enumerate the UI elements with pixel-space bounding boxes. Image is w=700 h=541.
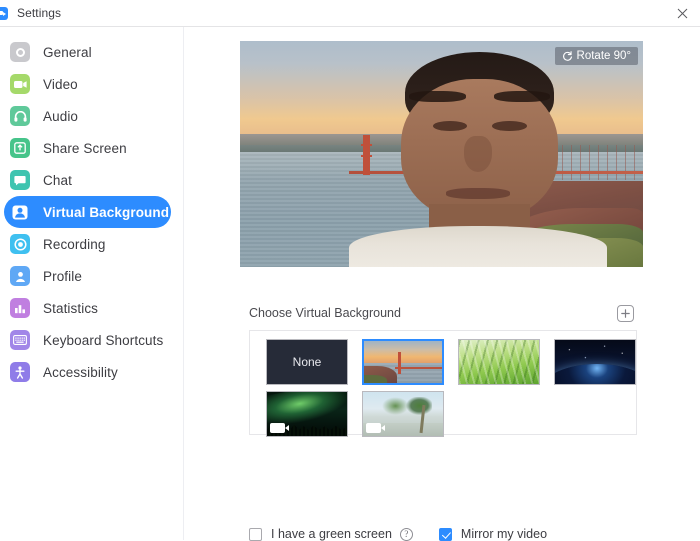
- person-eyebrows: [409, 90, 551, 103]
- sidebar-item-label: General: [43, 44, 92, 60]
- sidebar-item-label: Video: [43, 76, 78, 92]
- background-options: I have a green screen ? Mirror my video: [249, 527, 547, 541]
- rotate-90-label: Rotate 90°: [576, 50, 631, 62]
- background-thumbnail-label: None: [292, 355, 322, 369]
- add-background-button[interactable]: [617, 304, 634, 322]
- keyboard-icon: [10, 330, 30, 350]
- window-title: Settings: [17, 6, 62, 20]
- mirror-video-checkbox[interactable]: [438, 527, 452, 541]
- background-thumbnail-earth[interactable]: [554, 339, 636, 385]
- background-thumbnail-beach[interactable]: [362, 391, 444, 437]
- video-camera-icon: [10, 74, 30, 94]
- thumb-bridge-tower: [398, 352, 402, 375]
- sidebar-item-label: Audio: [43, 108, 79, 124]
- video-preview: Rotate 90°: [240, 41, 643, 267]
- sidebar-item-label: Chat: [43, 172, 72, 188]
- background-thumbnail-golden-gate[interactable]: [361, 338, 445, 386]
- accessibility-icon: [10, 362, 30, 382]
- bar-chart-icon: [10, 298, 30, 318]
- close-button[interactable]: [672, 4, 692, 22]
- rotate-90-button[interactable]: Rotate 90°: [554, 47, 638, 65]
- sidebar-item-label: Recording: [43, 236, 106, 252]
- person-mouth: [445, 187, 510, 200]
- sidebar-item-statistics[interactable]: Statistics: [4, 292, 171, 324]
- sidebar-item-label: Share Screen: [43, 140, 127, 156]
- background-thumbnail-aurora[interactable]: [266, 391, 348, 437]
- choose-background-label: Choose Virtual Background: [249, 306, 401, 320]
- chat-bubble-icon: [10, 170, 30, 190]
- background-thumbnails-panel: None: [249, 330, 637, 437]
- preview-person: [348, 41, 607, 267]
- sidebar-item-label: Accessibility: [43, 364, 118, 380]
- sidebar-item-accessibility[interactable]: Accessibility: [4, 356, 171, 388]
- mirror-video-label: Mirror my video: [460, 527, 548, 541]
- person-icon: [10, 266, 30, 286]
- sidebar-item-keyboard-shortcuts[interactable]: Keyboard Shortcuts: [4, 324, 171, 356]
- background-thumbnail-none[interactable]: None: [266, 339, 348, 385]
- thumb-palm-tree-second: [382, 397, 410, 415]
- gear-icon: [10, 42, 30, 62]
- video-badge-icon: [270, 423, 289, 433]
- person-nose: [463, 135, 492, 173]
- video-badge-icon: [366, 423, 385, 433]
- share-screen-icon: [10, 138, 30, 158]
- green-screen-option[interactable]: I have a green screen: [249, 527, 392, 541]
- close-icon: [677, 8, 687, 18]
- preview-bridge-tower: [360, 134, 372, 175]
- question-mark-icon[interactable]: ?: [399, 527, 413, 541]
- sidebar-item-label: Keyboard Shortcuts: [43, 332, 164, 348]
- title-bar-left: Settings: [0, 6, 61, 20]
- virtual-background-icon: [10, 202, 30, 222]
- background-thumbnail-grass[interactable]: [458, 339, 540, 385]
- green-screen-checkbox[interactable]: [249, 527, 262, 541]
- sidebar-item-audio[interactable]: Audio: [4, 100, 171, 132]
- settings-window: Settings General Video Audio Share Scree…: [0, 0, 700, 541]
- thumb-bridge-deck: [395, 367, 442, 370]
- sidebar-item-video[interactable]: Video: [4, 68, 171, 100]
- sidebar-item-share-screen[interactable]: Share Screen: [4, 132, 171, 164]
- person-shirt: [348, 226, 607, 267]
- headphones-icon: [10, 106, 30, 126]
- virtual-background-panel: Rotate 90° Choose Virtual Background Non…: [185, 27, 700, 541]
- record-circle-icon: [10, 234, 30, 254]
- sidebar-item-profile[interactable]: Profile: [4, 260, 171, 292]
- zoom-logo-icon: [0, 6, 8, 20]
- title-bar: Settings: [0, 0, 700, 27]
- green-screen-label: I have a green screen: [271, 527, 392, 541]
- sidebar-item-label: Profile: [43, 268, 82, 284]
- thumb-sky: [364, 341, 442, 363]
- sidebar-item-virtual-background[interactable]: Virtual Background: [4, 196, 171, 228]
- sidebar-item-label: Virtual Background: [43, 204, 170, 220]
- plus-icon: [621, 308, 630, 318]
- sidebar-item-chat[interactable]: Chat: [4, 164, 171, 196]
- thumb-stars: [555, 340, 635, 384]
- sidebar-item-label: Statistics: [43, 300, 99, 316]
- choose-background-header: Choose Virtual Background: [249, 302, 634, 324]
- settings-sidebar: General Video Audio Share Screen Chat Vi…: [0, 27, 184, 540]
- sidebar-item-recording[interactable]: Recording: [4, 228, 171, 260]
- mirror-video-option[interactable]: Mirror my video: [438, 527, 548, 541]
- sidebar-item-general[interactable]: General: [4, 36, 171, 68]
- rotate-icon: [562, 50, 572, 61]
- background-grid: None: [266, 338, 636, 437]
